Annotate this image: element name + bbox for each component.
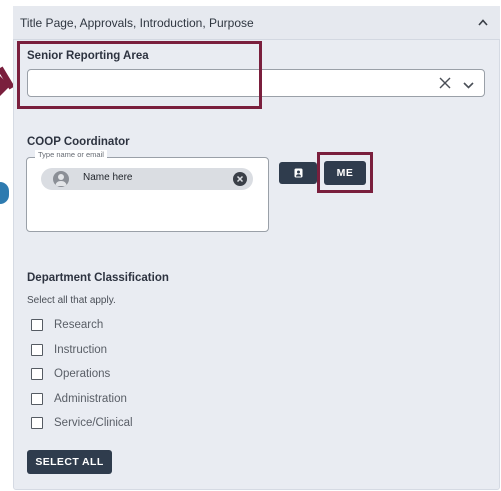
chip-label: Name here	[83, 172, 133, 183]
checkbox-label: Research	[54, 319, 104, 331]
chevron-down-icon[interactable]	[463, 76, 474, 94]
highlight-box-senior-reporting	[17, 41, 262, 109]
contact-card-icon	[294, 166, 303, 181]
checkbox-research[interactable]: Research	[31, 318, 103, 332]
remove-chip-icon[interactable]	[233, 172, 247, 186]
highlight-box-me	[317, 152, 373, 193]
checkbox-instruction[interactable]: Instruction	[31, 343, 107, 357]
clear-icon[interactable]	[439, 76, 451, 94]
coordinator-input-placeholder: Type name or email	[35, 150, 107, 159]
panel-header[interactable]: Title Page, Approvals, Introduction, Pur…	[13, 6, 500, 40]
checkbox-box[interactable]	[31, 393, 43, 405]
chevron-up-icon[interactable]	[476, 16, 490, 30]
select-all-button[interactable]: SELECT ALL	[27, 450, 112, 474]
pointer-arrow-icon	[0, 66, 14, 96]
checkbox-administration[interactable]: Administration	[31, 392, 127, 406]
checkbox-box[interactable]	[31, 319, 43, 331]
select-all-hint: Select all that apply.	[27, 295, 116, 306]
checkbox-box[interactable]	[31, 368, 43, 380]
checkbox-box[interactable]	[31, 417, 43, 429]
checkbox-label: Administration	[54, 393, 127, 405]
checkbox-service-clinical[interactable]: Service/Clinical	[31, 416, 133, 430]
checkbox-operations[interactable]: Operations	[31, 367, 110, 381]
checkbox-box[interactable]	[31, 344, 43, 356]
department-classification-label: Department Classification	[27, 272, 169, 284]
checkbox-label: Instruction	[54, 344, 108, 356]
checkbox-label: Operations	[54, 368, 111, 380]
contact-card-button[interactable]	[279, 162, 317, 184]
selected-person-chip[interactable]: Name here	[41, 168, 253, 190]
checkbox-label: Service/Clinical	[54, 417, 133, 429]
avatar-icon	[53, 171, 69, 187]
coop-coordinator-label: COOP Coordinator	[27, 136, 130, 148]
panel-title: Title Page, Approvals, Introduction, Pur…	[20, 15, 254, 30]
side-marker	[0, 182, 9, 204]
